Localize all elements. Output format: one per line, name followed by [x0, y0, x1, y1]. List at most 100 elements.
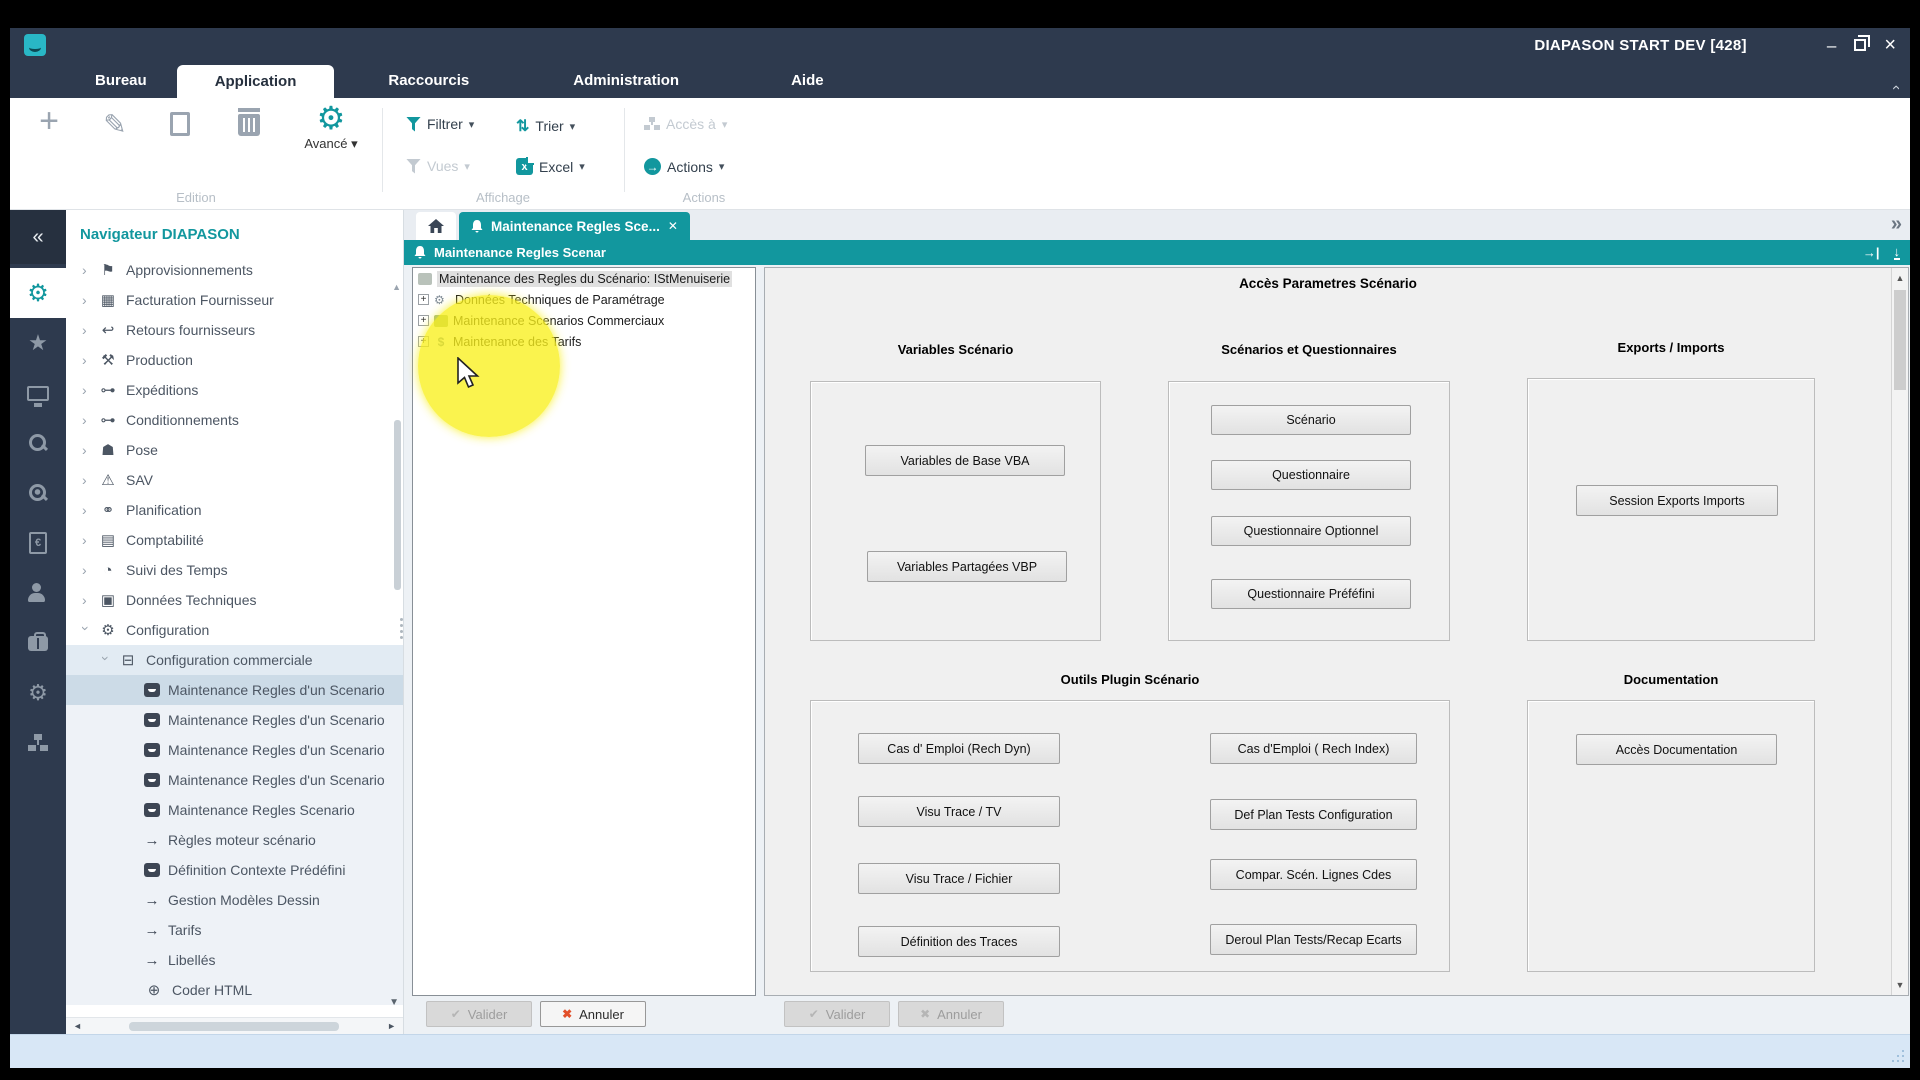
panel-valider-button[interactable]: ✔Valider [784, 1001, 890, 1027]
active-document-tab[interactable]: Maintenance Regles Sce... ✕ [459, 212, 690, 240]
tab-overflow-icon[interactable]: » [1891, 213, 1900, 236]
panel-annuler-button[interactable]: ✖Annuler [898, 1001, 1004, 1027]
minimize-button[interactable]: – [1827, 37, 1836, 54]
trier-button[interactable]: ⇅ Trier▾ [516, 116, 575, 136]
nav-item-sav[interactable]: ›⚠SAV [66, 465, 403, 495]
avance-button[interactable]: ⚙ Avancé ▾ [292, 100, 370, 152]
nav-item-configuration[interactable]: ›⚙Configuration [66, 615, 403, 645]
tree-valider-button[interactable]: ✔Valider [426, 1001, 532, 1027]
download-icon[interactable]: ↓ [1894, 246, 1901, 260]
nav-item-expeditions[interactable]: ›⊶Expéditions [66, 375, 403, 405]
compar-scen-lignes-cdes-button[interactable]: Compar. Scén. Lignes Cdes [1210, 859, 1417, 890]
scroll-up-icon[interactable]: ▲ [1892, 273, 1908, 283]
expand-icon[interactable]: + [418, 315, 429, 326]
tab-close-icon[interactable]: ✕ [668, 219, 678, 233]
rail-favorites-icon[interactable]: ★ [10, 318, 66, 368]
nav-item-maintenance-regles-scenario-2[interactable]: Maintenance Regles d'un Scenario [66, 705, 403, 735]
nav-item-regles-moteur-scenario[interactable]: →Règles moteur scénario [66, 825, 403, 855]
rail-orgchart-icon[interactable] [10, 718, 66, 768]
tab-aide[interactable]: Aide [761, 62, 854, 98]
rail-gear-icon[interactable]: ⚙ [10, 268, 66, 318]
copy-button[interactable] [170, 112, 190, 136]
rail-user-shield-icon[interactable] [10, 568, 66, 618]
nav-item-maintenance-regles-scenario-3[interactable]: Maintenance Regles d'un Scenario [66, 735, 403, 765]
nav-item-definition-contexte-predefini[interactable]: Définition Contexte Prédéfini [66, 855, 403, 885]
nav-item-planification[interactable]: ›⚭Planification [66, 495, 403, 525]
questionnaire-predefini-button[interactable]: Questionnaire Préféfini [1211, 579, 1411, 609]
expand-icon[interactable]: + [418, 294, 429, 305]
nav-item-maintenance-regles-scenario-1[interactable]: Maintenance Regles d'un Scenario [66, 675, 403, 705]
nav-item-coder-html[interactable]: ⊕Coder HTML [66, 975, 403, 1005]
nav-item-conditionnements[interactable]: ›⊶Conditionnements [66, 405, 403, 435]
nav-item-configuration-commerciale[interactable]: ›⊟Configuration commerciale [66, 645, 403, 675]
tab-application[interactable]: Application [177, 65, 335, 98]
cas-emploi-rech-dyn-button[interactable]: Cas d' Emploi (Rech Dyn) [858, 733, 1060, 764]
def-plan-tests-configuration-button[interactable]: Def Plan Tests Configuration [1210, 799, 1417, 830]
nav-item-suivi-des-temps[interactable]: ›◔Suivi des Temps [66, 555, 403, 585]
nav-item-approvisionnements[interactable]: ›⚑Approvisionnements [66, 255, 403, 285]
deroul-plan-tests-recap-ecarts-button[interactable]: Deroul Plan Tests/Recap Ecarts [1210, 924, 1417, 955]
panel-vertical-scrollbar[interactable]: ▲ ▼ [1891, 268, 1908, 995]
vues-button[interactable]: Vues▾ [406, 158, 470, 174]
session-exports-imports-button[interactable]: Session Exports Imports [1576, 485, 1778, 516]
tab-bureau[interactable]: Bureau [65, 62, 177, 98]
variables-partagees-vbp-button[interactable]: Variables Partagées VBP [867, 551, 1067, 582]
home-tab[interactable] [416, 212, 456, 240]
scroll-left-icon[interactable]: ◄ [66, 1021, 89, 1031]
nav-horizontal-scrollbar[interactable]: ◄ ► [66, 1017, 403, 1034]
scenario-button[interactable]: Scénario [1211, 405, 1411, 435]
nav-item-facturation-fournisseur[interactable]: ›▦Facturation Fournisseur [66, 285, 403, 315]
questionnaire-button[interactable]: Questionnaire [1211, 460, 1411, 490]
actions-button[interactable]: → Actions▾ [644, 158, 724, 175]
rail-search-icon[interactable] [10, 418, 66, 468]
restore-button[interactable] [1854, 39, 1866, 51]
filtrer-button[interactable]: Filtrer▾ [406, 116, 474, 132]
cas-emploi-rech-index-button[interactable]: Cas d'Emploi ( Rech Index) [1210, 733, 1417, 764]
definition-traces-button[interactable]: Définition des Traces [858, 926, 1060, 957]
rail-invoice-icon[interactable]: € [10, 518, 66, 568]
close-button[interactable]: × [1884, 35, 1896, 55]
rail-search-pin-icon[interactable] [10, 468, 66, 518]
variables-base-vba-button[interactable]: Variables de Base VBA [865, 445, 1065, 476]
acces-documentation-button[interactable]: Accès Documentation [1576, 734, 1777, 765]
tree-item-donnees-techniques[interactable]: +⚙Données Techniques de Paramétrage [413, 289, 755, 310]
tab-administration[interactable]: Administration [543, 62, 709, 98]
tab-raccourcis[interactable]: Raccourcis [358, 62, 499, 98]
nav-item-retours-fournisseurs[interactable]: ›↩Retours fournisseurs [66, 315, 403, 345]
nav-item-comptabilite[interactable]: ›▤Comptabilité [66, 525, 403, 555]
ribbon-collapse-icon[interactable]: › [1887, 85, 1904, 90]
edit-button[interactable]: ✎ [90, 108, 140, 141]
nav-item-donnees-techniques[interactable]: ›▣Données Techniques [66, 585, 403, 615]
nav-vertical-scrollbar[interactable] [394, 420, 401, 590]
nav-item-libelles[interactable]: →Libellés [66, 945, 403, 975]
questionnaire-optionnel-button[interactable]: Questionnaire Optionnel [1211, 516, 1411, 546]
rail-settings-icon[interactable]: ⚙ [10, 668, 66, 718]
nav-hscroll-thumb[interactable] [129, 1022, 339, 1031]
delete-button[interactable] [238, 114, 260, 136]
nav-scroll-up-icon[interactable]: ▲ [392, 282, 401, 292]
expand-icon[interactable]: + [418, 336, 429, 347]
tree-annuler-button[interactable]: ✖Annuler [540, 1001, 646, 1027]
rail-monitor-icon[interactable] [10, 368, 66, 418]
jump-to-end-icon[interactable]: →| [1863, 245, 1880, 260]
add-button[interactable]: + [24, 102, 74, 141]
nav-item-maintenance-regles-scenario-4[interactable]: Maintenance Regles d'un Scenario [66, 765, 403, 795]
excel-button[interactable]: x Excel▾ [516, 158, 585, 175]
tree-item-root[interactable]: Maintenance des Regles du Scénario: IStM… [413, 268, 755, 289]
tree-item-scenarios-commerciaux[interactable]: +Maintenance Scenarios Commerciaux [413, 310, 755, 331]
visu-trace-tv-button[interactable]: Visu Trace / TV [858, 796, 1060, 827]
nav-item-pose[interactable]: ›☗Pose [66, 435, 403, 465]
scroll-right-icon[interactable]: ► [380, 1021, 403, 1031]
nav-scroll-down-icon[interactable]: ▼ [389, 997, 399, 1008]
nav-item-gestion-modeles-dessin[interactable]: →Gestion Modèles Dessin [66, 885, 403, 915]
scroll-thumb[interactable] [1894, 290, 1906, 390]
tree-item-maintenance-tarifs[interactable]: +$Maintenance des Tarifs [413, 331, 755, 352]
resize-grip[interactable] [1892, 1050, 1904, 1062]
collapse-sidebar-button[interactable]: « [10, 210, 66, 264]
nav-item-tarifs[interactable]: →Tarifs [66, 915, 403, 945]
scroll-down-icon[interactable]: ▼ [1892, 980, 1908, 990]
rail-briefcase-icon[interactable] [10, 618, 66, 668]
visu-trace-fichier-button[interactable]: Visu Trace / Fichier [858, 863, 1060, 894]
nav-item-production[interactable]: ›⚒Production [66, 345, 403, 375]
nav-item-maintenance-regles-scenario-5[interactable]: Maintenance Regles Scenario [66, 795, 403, 825]
